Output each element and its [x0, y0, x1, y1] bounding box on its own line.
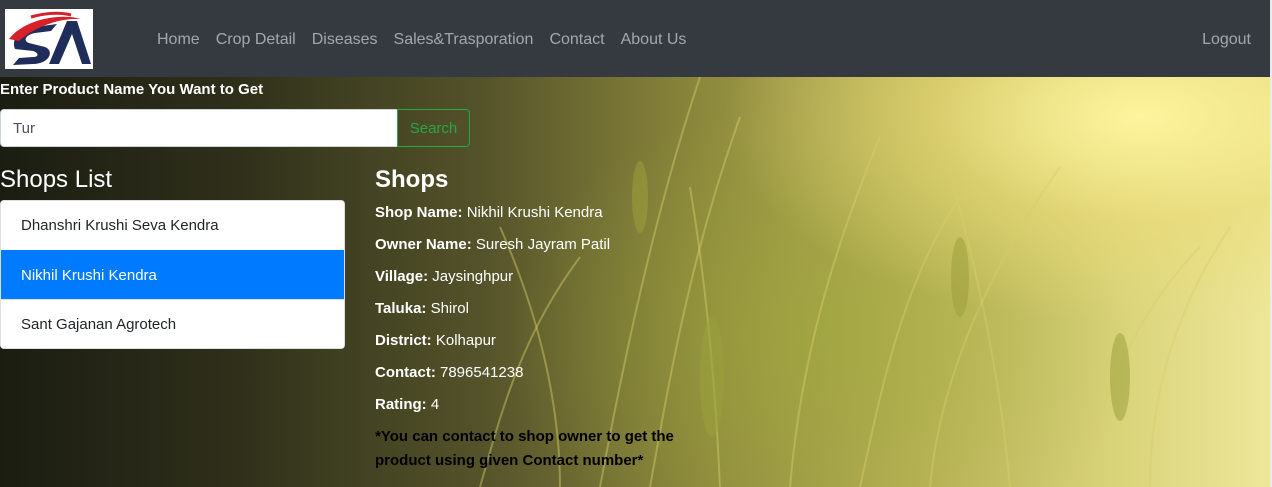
detail-district: District: Kolhapur	[375, 330, 610, 362]
detail-label: District:	[375, 332, 432, 349]
shops-list: Dhanshri Krushi Seva Kendra Nikhil Krush…	[0, 200, 345, 349]
detail-taluka: Taluka: Shirol	[375, 298, 610, 330]
search-button[interactable]: Search	[397, 109, 470, 147]
detail-value: Shirol	[430, 300, 469, 317]
detail-village: Village: Jaysinghpur	[375, 266, 610, 298]
nav-links: Home Crop Detail Diseases Sales&Traspora…	[149, 29, 694, 51]
shop-list-item[interactable]: Dhanshri Krushi Seva Kendra	[1, 201, 344, 250]
nav-home[interactable]: Home	[149, 29, 208, 51]
detail-value: Jaysinghpur	[432, 268, 514, 285]
detail-value: Nikhil Krushi Kendra	[466, 204, 603, 221]
search-label: Enter Product Name You Want to Get	[0, 81, 264, 98]
detail-label: Village:	[375, 268, 429, 285]
detail-value: Kolhapur	[435, 332, 496, 349]
detail-value: 7896541238	[440, 364, 524, 381]
detail-owner-name: Owner Name: Suresh Jayram Patil	[375, 234, 610, 266]
detail-label: Taluka:	[375, 300, 427, 317]
detail-label: Owner Name:	[375, 236, 472, 253]
logout-link[interactable]: Logout	[1202, 29, 1251, 51]
detail-label: Contact:	[375, 364, 436, 381]
shop-list-item[interactable]: Sant Gajanan Agrotech	[1, 299, 344, 348]
nav-contact[interactable]: Contact	[541, 29, 612, 51]
top-navbar: Home Crop Detail Diseases Sales&Traspora…	[0, 0, 1272, 77]
detail-value: 4	[430, 396, 440, 413]
detail-shop-name: Shop Name: Nikhil Krushi Kendra	[375, 202, 610, 234]
detail-contact: Contact: 7896541238	[375, 362, 610, 394]
shops-list-heading: Shops List	[0, 166, 113, 193]
nav-crop-detail[interactable]: Crop Detail	[208, 29, 304, 51]
detail-rating: Rating: 4	[375, 394, 610, 426]
nav-sales-transportation[interactable]: Sales&Trasporation	[386, 29, 542, 51]
detail-value: Suresh Jayram Patil	[475, 236, 611, 253]
shop-list-item-active[interactable]: Nikhil Krushi Kendra	[1, 250, 344, 299]
brand-logo[interactable]	[5, 9, 93, 69]
detail-label: Shop Name:	[375, 204, 463, 221]
shop-detail-panel: Shop Name: Nikhil Krushi Kendra Owner Na…	[375, 202, 610, 426]
product-search-input[interactable]	[0, 109, 398, 147]
nav-about-us[interactable]: About Us	[613, 29, 695, 51]
detail-label: Rating:	[375, 396, 427, 413]
contact-note: *You can contact to shop owner to get th…	[375, 428, 674, 469]
nav-diseases[interactable]: Diseases	[304, 29, 386, 51]
shop-detail-heading: Shops	[375, 166, 449, 193]
